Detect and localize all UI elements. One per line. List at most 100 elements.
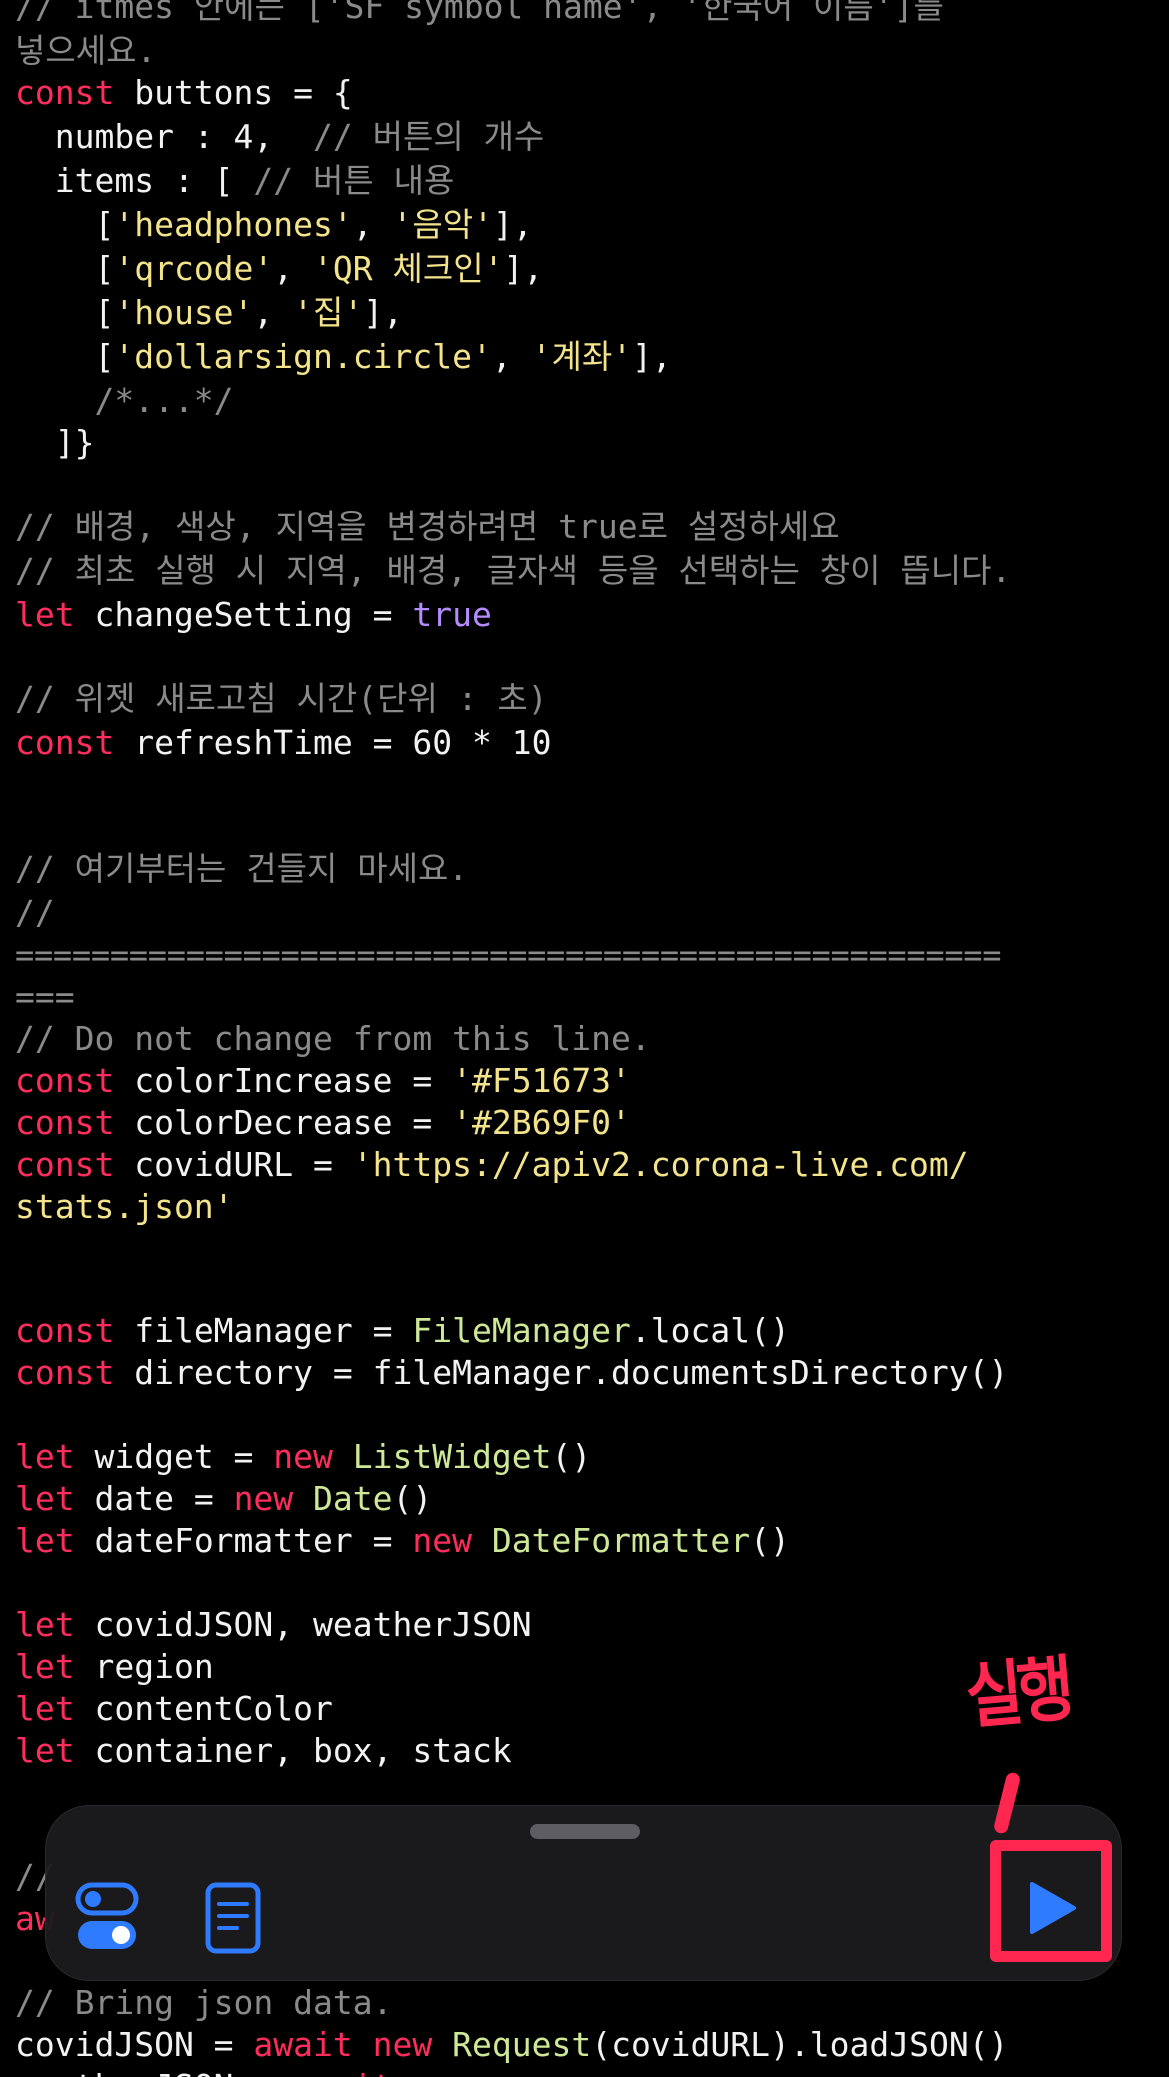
string-literal: 'QR 체크인' <box>313 249 504 288</box>
code-text: contentColor <box>74 1689 333 1728</box>
code-line: // 여기부터는 건들지 마세요. <box>15 848 468 890</box>
keyword: let <box>15 1605 75 1644</box>
code-line: let widget = new ListWidget() <box>15 1436 591 1478</box>
code-text: widget = <box>74 1437 274 1476</box>
code-text: covidJSON, weatherJSON <box>74 1605 532 1644</box>
comment: ========================================… <box>15 936 1002 974</box>
string-literal: '음악' <box>392 205 493 244</box>
code-line: const buttons = { <box>15 72 353 114</box>
code-line: covidJSON = await new Request(covidURL).… <box>15 2024 1008 2066</box>
code-line: // 배경, 색상, 지역을 변경하려면 true로 설정하세요 <box>15 506 840 548</box>
comment: // itmes 안에는 ['SF symbol name', '한국어 이름'… <box>15 0 944 26</box>
code-text: date = <box>74 1479 234 1518</box>
code-text: .local() <box>630 1311 790 1350</box>
code-line: const fileManager = FileManager.local() <box>15 1310 790 1352</box>
code-line: let container, box, stack <box>15 1730 512 1772</box>
string-literal: 'dollarsign.circle' <box>114 337 492 376</box>
code-line: const refreshTime = 60 * 10 <box>15 722 551 764</box>
keyword: const <box>15 1353 115 1392</box>
code-line: /*...*/ <box>15 380 233 422</box>
keyword: await <box>293 2067 392 2077</box>
code-text: , <box>491 337 532 376</box>
keyword: const <box>15 73 115 112</box>
code-line: const covidURL = 'https://apiv2.corona-l… <box>15 1144 969 1186</box>
code-text: () <box>750 1521 790 1560</box>
keyword: const <box>15 1311 115 1350</box>
code-line: // Bring json data. <box>15 1982 393 2024</box>
code-text: ], <box>363 293 404 332</box>
class-name: FileManager <box>412 1311 631 1350</box>
class-name: ListWidget <box>352 1437 552 1476</box>
keyword: new <box>412 1521 472 1560</box>
code-line: let covidJSON, weatherJSON <box>15 1604 532 1646</box>
code-text: changeSetting = <box>74 595 413 634</box>
string-literal: 'headphones' <box>114 205 353 244</box>
code-line: let dateFormatter = new DateFormatter() <box>15 1520 790 1562</box>
keyword: const <box>15 1061 115 1100</box>
string-literal: 'https://apiv2.corona-live.com/ <box>352 1145 969 1184</box>
string-literal: '계좌' <box>531 337 633 376</box>
comment: === <box>15 977 75 1016</box>
code-line: const colorIncrease = '#F51673' <box>15 1060 631 1102</box>
code-text: container, box, stack <box>74 1731 512 1770</box>
string-literal: 'house' <box>114 293 254 332</box>
keyword: let <box>15 595 75 634</box>
code-line: let contentColor <box>15 1688 333 1730</box>
comment: // 배경, 색상, 지역을 변경하려면 true로 설정하세요 <box>15 507 840 546</box>
settings-toggle-button[interactable] <box>73 1879 151 1955</box>
keyword: let <box>15 1689 75 1728</box>
code-line: ['headphones', '음악'], <box>15 204 532 246</box>
class-name: Request <box>452 2025 592 2064</box>
keyword: const <box>15 723 115 762</box>
log-button[interactable] <box>199 1880 269 1958</box>
code-text: buttons = { <box>114 73 353 112</box>
code-line: const directory = fileManager.documentsD… <box>15 1352 1008 1394</box>
code-line: stats.json' <box>15 1186 234 1228</box>
code-text: covidURL = <box>114 1145 353 1184</box>
code-text: ], <box>632 337 672 376</box>
code-text: , <box>273 249 314 288</box>
code-line: // itmes 안에는 ['SF symbol name', '한국어 이름'… <box>15 0 944 28</box>
code-text: [ <box>15 205 115 244</box>
code-line: let changeSetting = true <box>15 594 492 636</box>
run-annotation-label: 실행 <box>962 1646 1072 1740</box>
code-text: items : [ <box>15 161 254 200</box>
comment: // 위젯 새로고침 시간(단위 : 초) <box>15 679 548 718</box>
string-literal: 'qrcode' <box>114 249 274 288</box>
code-text: colorIncrease = <box>114 1061 453 1100</box>
document-log-icon <box>205 1882 261 1954</box>
code-text: covidJSON = <box>15 2025 254 2064</box>
code-line: ['qrcode', 'QR 체크인'], <box>15 248 543 290</box>
keyword: new <box>233 1479 294 1518</box>
code-line: const colorDecrease = '#2B69F0' <box>15 1102 631 1144</box>
code-editor[interactable]: // itmes 안에는 ['SF symbol name', '한국어 이름'… <box>0 0 1169 2077</box>
code-text: dateFormatter = <box>74 1521 413 1560</box>
code-text: () <box>551 1437 592 1476</box>
class-name: Date <box>313 1479 393 1518</box>
code-line: // 위젯 새로고침 시간(단위 : 초) <box>15 678 548 720</box>
boolean-literal: true <box>412 595 492 634</box>
code-line: ['house', '집'], <box>15 292 403 334</box>
drag-handle[interactable] <box>530 1824 640 1839</box>
code-line: === <box>15 976 75 1018</box>
toggle-settings-icon <box>75 1882 139 1949</box>
keyword: let <box>15 1521 75 1560</box>
keyword: let <box>15 1437 75 1476</box>
keyword: new <box>372 2025 433 2064</box>
code-line: ]} <box>15 422 95 464</box>
comment: // 여기부터는 건들지 마세요. <box>15 849 469 888</box>
run-button[interactable] <box>990 1850 1110 1966</box>
bottom-toolbar <box>45 1805 1122 1981</box>
comment: 넣으세요. <box>15 31 157 70</box>
string-literal: '#2B69F0' <box>452 1103 631 1142</box>
code-line: ['dollarsign.circle', '계좌'], <box>15 336 672 378</box>
code-text: region <box>74 1647 214 1686</box>
code-line: ========================================… <box>15 934 1002 976</box>
code-text: ]} <box>15 423 95 462</box>
play-icon <box>1030 1882 1076 1934</box>
